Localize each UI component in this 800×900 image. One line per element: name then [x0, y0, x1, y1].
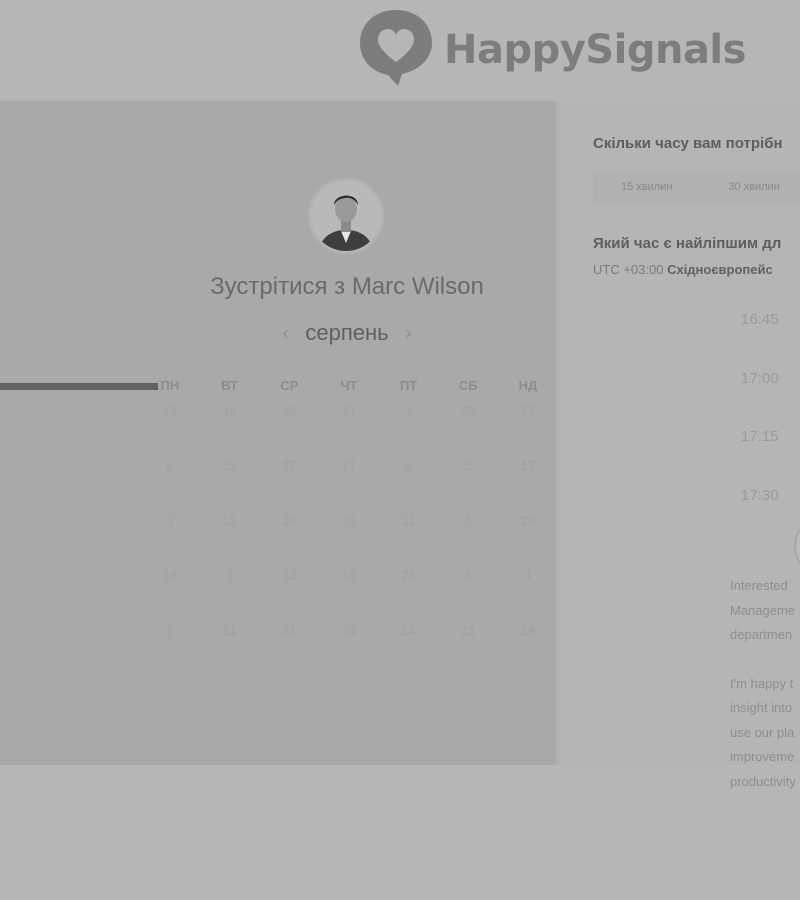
- calendar-week: 2 21 31 24 14 21 28: [140, 623, 558, 678]
- bio-line: Interested: [730, 578, 788, 593]
- calendar-day: 17: [341, 458, 357, 473]
- weekday-label: НД: [518, 378, 538, 393]
- calendar-day: 3: [464, 568, 472, 583]
- current-month: серпень: [305, 320, 389, 345]
- month-navigation: ‹ серпень ›: [250, 318, 444, 348]
- chevron-right-icon[interactable]: ›: [397, 323, 421, 344]
- heart-speech-bubble-icon: [360, 10, 432, 86]
- calendar-day: 5: [464, 458, 472, 473]
- calendar-day: 2: [166, 623, 174, 638]
- bio-line: I'm happy t: [730, 675, 794, 691]
- calendar-day: 1: [225, 568, 234, 583]
- weekday-header: ПН ВТ СР ЧТ ПТ СБ НД: [140, 378, 558, 393]
- calendar-day: 17: [520, 458, 536, 473]
- calendar-day: 14: [222, 403, 237, 418]
- calendar-day: 3: [166, 513, 174, 528]
- calendar-day: 23: [401, 568, 416, 583]
- calendar-day: 25: [341, 513, 357, 528]
- calendar-week: 14 1 13 16 23 3 4: [140, 568, 558, 623]
- calendar-day: 14: [162, 568, 178, 583]
- calendar-day: 16: [281, 403, 297, 418]
- bio-line: improveme: [730, 749, 795, 764]
- meeting-title: Зустрітися з Marc Wilson: [130, 272, 564, 302]
- time-slot-list: 16:45 17:00 17:15 17:30: [741, 311, 779, 546]
- calendar-week: 12 14 16 31 3 23 22: [140, 403, 558, 458]
- calendar-day: 31: [281, 623, 297, 638]
- calendar-day: 5: [464, 513, 472, 528]
- time-question: Який час є найліпшим дл: [593, 235, 782, 252]
- bio-paragraph: I'm happy t insight into use our pla imp…: [730, 672, 800, 795]
- calendar-day: 29: [222, 458, 237, 473]
- meeting-title-prefix: Зустрітися з: [210, 273, 346, 300]
- weekday-label: ЧТ: [340, 378, 358, 393]
- brand-name: HappySignals: [444, 27, 746, 73]
- host-name: Marc Wilson: [351, 273, 484, 300]
- calendar-day: 24: [341, 623, 357, 638]
- calendar-day: 27: [281, 458, 297, 473]
- calendar-day: 4: [524, 568, 532, 583]
- calendar-day: 26: [281, 513, 297, 528]
- chevron-left-icon[interactable]: ‹: [273, 323, 297, 344]
- calendar-day: 28: [520, 513, 536, 528]
- weekday-label: ПН: [160, 378, 180, 393]
- duration-option-30[interactable]: 30 хвилин: [728, 181, 779, 193]
- calendar-day: 3: [404, 403, 413, 418]
- bio-line: insight into: [730, 700, 793, 715]
- calendar-day: 31: [341, 403, 357, 418]
- host-bio: Interested Manageme departmen I'm happy …: [730, 574, 800, 794]
- calendar-week: 3 15 26 25 11 5 28: [140, 513, 558, 568]
- bio-line: departmen: [730, 627, 793, 642]
- bio-line: use our pla: [730, 724, 795, 740]
- calendar-day: 22: [520, 403, 536, 418]
- calendar-day: 16: [341, 568, 357, 583]
- timezone-selector[interactable]: UTC +03:00 Східноєвропейс: [593, 262, 773, 277]
- time-slot[interactable]: 17:15: [741, 428, 779, 487]
- bio-line: Manageme: [730, 602, 796, 618]
- calendar-day: 23: [461, 403, 476, 418]
- host-avatar: [308, 178, 384, 254]
- calendar-day: 21: [461, 623, 476, 638]
- bio-line: productivity: [730, 773, 796, 789]
- calendar-day: 6: [166, 458, 174, 473]
- calendar-day: 21: [222, 623, 237, 638]
- calendar-day: 13: [281, 568, 297, 583]
- calendar-day: 15: [222, 513, 237, 528]
- person-avatar-icon: [311, 181, 381, 251]
- duration-selector: 15 хвилин 30 хвилин: [593, 170, 800, 204]
- calendar-day: 14: [401, 623, 416, 638]
- calendar-day: 28: [520, 623, 536, 638]
- time-slot[interactable]: 16:45: [741, 311, 779, 370]
- timezone-offset: UTC +03:00: [593, 262, 664, 277]
- calendar-day: 11: [401, 513, 416, 528]
- loading-bar: [0, 383, 158, 390]
- weekday-label: ПТ: [399, 378, 418, 393]
- calendar-day: 9: [404, 458, 413, 473]
- duration-question: Скільки часу вам потрібн: [593, 135, 783, 152]
- bio-paragraph: Interested Manageme departmen: [730, 574, 800, 648]
- calendar-grid: 12 14 16 31 3 23 22 6 29 27 17 9 5 17 3 …: [140, 403, 558, 678]
- time-slot[interactable]: 17:30: [741, 487, 779, 546]
- calendar-week: 6 29 27 17 9 5 17: [140, 458, 558, 513]
- duration-option-15[interactable]: 15 хвилин: [621, 181, 672, 193]
- weekday-label: ВТ: [221, 378, 238, 393]
- time-slot[interactable]: 17:00: [741, 370, 779, 429]
- calendar-day: 12: [162, 403, 178, 418]
- weekday-label: СР: [280, 378, 299, 393]
- timezone-name: Східноєвропейс: [667, 262, 773, 277]
- weekday-label: СБ: [458, 378, 478, 393]
